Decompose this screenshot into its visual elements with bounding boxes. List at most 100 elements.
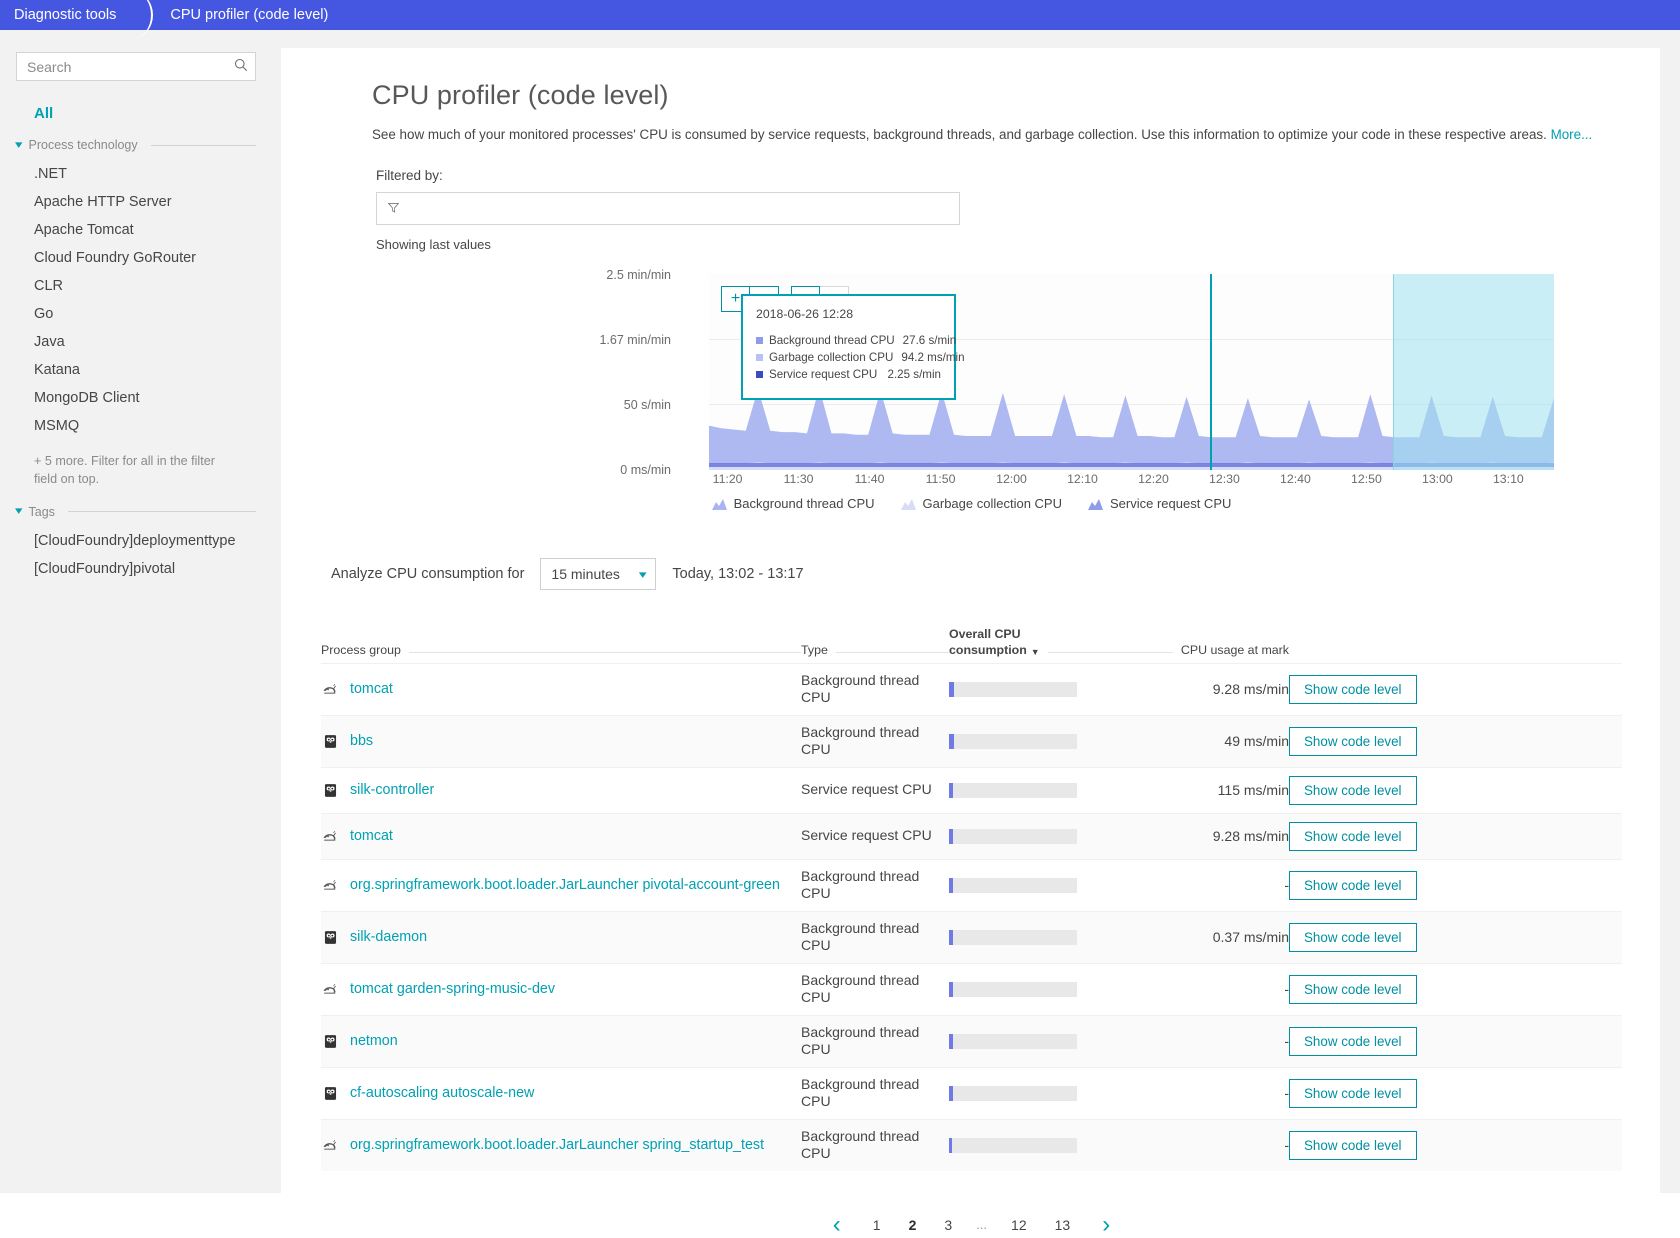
legend-item-service-request-cpu[interactable]: Service request CPU [1088,496,1231,511]
cell-actions: Show code level [1289,812,1622,860]
process-group-link[interactable]: org.springframework.boot.loader.JarLaunc… [350,877,780,893]
chart-selection-range[interactable] [1393,274,1554,470]
sidebar-item-msmq[interactable]: MSMQ [34,412,258,440]
go-gopher-icon [321,928,340,947]
pagination-next[interactable]: › [1084,1212,1128,1237]
sidebar-item-apache-http-server[interactable]: Apache HTTP Server [34,188,258,216]
showing-last-values: Showing last values [376,237,491,252]
table-row[interactable]: org.springframework.boot.loader.JarLaunc… [321,1118,1622,1171]
cell-process-group: tomcat [321,812,801,860]
sidebar-item-all[interactable]: All [34,105,258,122]
sidebar-item-katana[interactable]: Katana [34,356,258,384]
sidebar-item-apache-tomcat[interactable]: Apache Tomcat [34,216,258,244]
process-group-link[interactable]: tomcat garden-spring-music-dev [350,981,555,997]
search-input[interactable] [16,52,256,81]
sidebar-group-process-technology[interactable]: ▾ Process technology [15,138,258,152]
legend-item-garbage-collection-cpu[interactable]: Garbage collection CPU [900,496,1062,511]
breadcrumb: Diagnostic tools CPU profiler (code leve… [0,0,1680,38]
show-code-level-button[interactable]: Show code level [1289,726,1417,756]
show-code-level-button[interactable]: Show code level [1289,1078,1417,1108]
go-gopher-icon [321,1032,340,1051]
tomcat-icon [321,827,340,846]
pagination-prev[interactable]: ‹ [815,1212,859,1237]
sidebar-item-clr[interactable]: CLR [34,272,258,300]
cell-type: Background thread CPU [801,662,949,716]
x-tick-label: 12:30 [1209,472,1240,486]
process-group-link[interactable]: tomcat [350,828,393,844]
cell-cpu-usage-at-mark: 9.28 ms/min [1099,662,1289,716]
cell-process-group: netmon [321,1014,801,1068]
sidebar-item-mongodb-client[interactable]: MongoDB Client [34,384,258,412]
show-code-level-button[interactable]: Show code level [1289,1130,1417,1160]
table-row[interactable]: tomcat garden-spring-music-dev Background… [321,962,1622,1016]
cell-cpu-usage-at-mark: 115 ms/min [1099,766,1289,814]
filter-input[interactable] [376,192,960,225]
process-group-link[interactable]: silk-controller [350,782,434,798]
table-row[interactable]: org.springframework.boot.loader.JarLaunc… [321,858,1622,912]
area-chart-icon [711,498,727,510]
chart-tooltip: 2018-06-26 12:28 Background thread CPU 2… [741,294,965,400]
breadcrumb-item-current[interactable]: CPU profiler (code level) [154,0,344,30]
process-group-link[interactable]: cf-autoscaling autoscale-new [350,1085,534,1101]
column-type[interactable]: Type [801,626,949,663]
sidebar-item-cf-deploymenttype[interactable]: [CloudFoundry]deploymenttype [34,527,258,555]
pagination-page-12[interactable]: 12 [997,1217,1041,1233]
process-group-table: Process group Type Overall CPU consumpti… [321,626,1622,1171]
show-code-level-button[interactable]: Show code level [1289,775,1417,805]
legend-swatch-service-request [756,371,763,378]
table-row[interactable]: netmon Background thread CPU - Show code le… [321,1014,1622,1068]
legend-swatch-background-thread [756,337,763,344]
table-row[interactable]: silk-controller Service request CPU 115 ms… [321,766,1622,814]
cell-actions: Show code level [1289,858,1622,912]
table-body: tomcat Background thread CPU 9.28 ms/min Sh… [321,662,1622,1171]
show-code-level-button[interactable]: Show code level [1289,974,1417,1004]
process-group-link[interactable]: tomcat [350,681,393,697]
pagination-page-13[interactable]: 13 [1041,1217,1085,1233]
column-label-line2: consumption [949,642,1027,657]
analyze-controls: Analyze CPU consumption for 15 minutes ▾… [331,558,1622,590]
column-cpu-usage-at-mark[interactable]: CPU usage at mark [1099,626,1289,663]
sidebar-item-java[interactable]: Java [34,328,258,356]
search-icon[interactable] [234,58,248,72]
sidebar-item-dotnet[interactable]: .NET [34,160,258,188]
process-group-link[interactable]: silk-daemon [350,929,427,945]
more-link[interactable]: More... [1551,127,1593,142]
sidebar-group-tags[interactable]: ▾ Tags [15,505,258,519]
sidebar-item-cf-pivotal[interactable]: [CloudFoundry]pivotal [34,555,258,583]
tooltip-series-value: 94.2 ms/min [901,351,965,364]
column-overall-cpu-consumption[interactable]: Overall CPU consumption ▼ [949,626,1099,663]
pagination-page-2[interactable]: 2 [895,1217,931,1233]
cell-overall-cpu-consumption [949,962,1099,1016]
table-row[interactable]: bbs Background thread CPU 49 ms/min Show co… [321,714,1622,768]
sidebar-item-cloud-foundry-gorouter[interactable]: Cloud Foundry GoRouter [34,244,258,272]
show-code-level-button[interactable]: Show code level [1289,821,1417,851]
interval-select[interactable]: 15 minutes ▾ [540,558,657,590]
table-row[interactable]: cf-autoscaling autoscale-new Background t… [321,1066,1622,1120]
show-code-level-button[interactable]: Show code level [1289,922,1417,952]
show-code-level-button[interactable]: Show code level [1289,1026,1417,1056]
show-code-level-button[interactable]: Show code level [1289,870,1417,900]
cell-cpu-usage-at-mark: 9.28 ms/min [1099,812,1289,860]
column-process-group[interactable]: Process group [321,626,801,663]
table-row[interactable]: tomcat Service request CPU 9.28 ms/min Show… [321,812,1622,860]
process-group-link[interactable]: bbs [350,733,373,749]
cpu-consumption-bar [949,1085,1077,1101]
card-inner: CPU profiler (code level) See how much o… [281,80,1660,1237]
table-row[interactable]: tomcat Background thread CPU 9.28 ms/min Sh… [321,662,1622,716]
cpu-consumption-bar-fill [949,828,954,844]
sidebar-item-go[interactable]: Go [34,300,258,328]
process-group-link[interactable]: netmon [350,1033,398,1049]
process-group-link[interactable]: org.springframework.boot.loader.JarLaunc… [350,1137,764,1153]
pagination-page-1[interactable]: 1 [859,1217,895,1233]
cell-type: Background thread CPU [801,1118,949,1171]
legend-item-background-thread-cpu[interactable]: Background thread CPU [711,496,875,511]
breadcrumb-item-root[interactable]: Diagnostic tools [0,0,132,30]
cell-cpu-usage-at-mark: - [1099,1014,1289,1068]
chart-time-marker[interactable] [1210,274,1213,470]
x-tick-label: 13:10 [1492,472,1524,486]
show-code-level-button[interactable]: Show code level [1289,674,1417,704]
column-label: Type [801,642,828,657]
page-description-text: See how much of your monitored processes… [372,127,1547,142]
pagination-page-3[interactable]: 3 [930,1217,966,1233]
table-row[interactable]: silk-daemon Background thread CPU 0.37 ms/… [321,910,1622,964]
